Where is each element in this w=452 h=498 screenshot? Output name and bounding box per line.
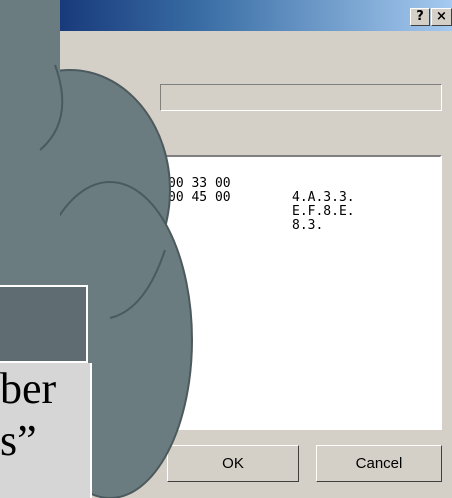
callout-text-line: s” [0, 416, 37, 465]
callout-note-box: ber s” [0, 363, 92, 498]
callout-text-line: ber [0, 364, 57, 413]
callout-header-bar [0, 285, 88, 363]
